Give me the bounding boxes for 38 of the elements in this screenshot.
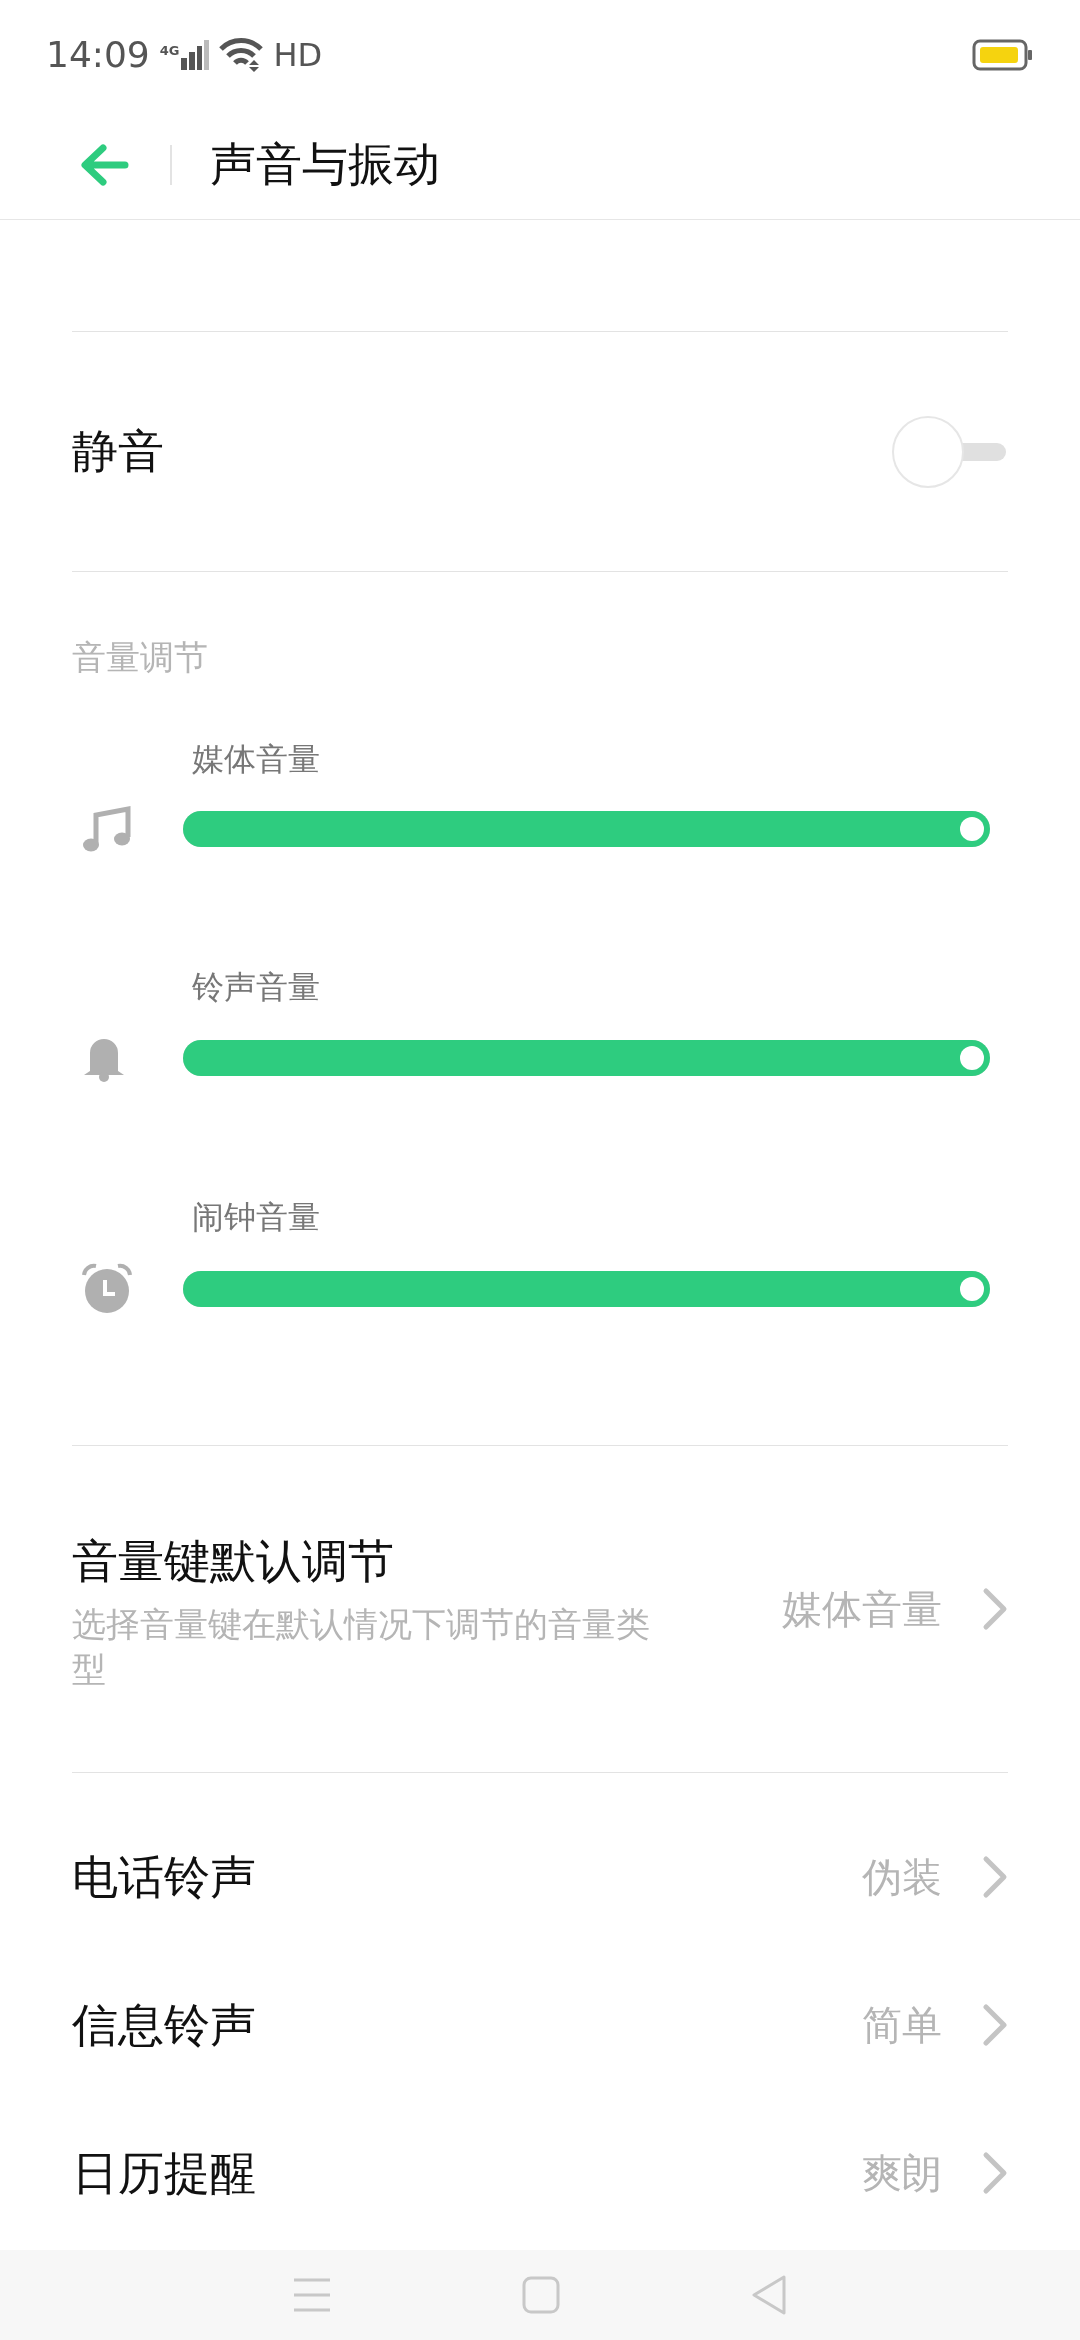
ringtone-setting[interactable]: 日历提醒 爽朗 [72, 2099, 1008, 2247]
home-icon[interactable] [522, 2276, 560, 2314]
setting-label: 静音 [72, 423, 164, 480]
setting-value: 伪装 [862, 1853, 942, 1902]
wifi-icon [219, 37, 264, 73]
menu-icon[interactable] [292, 2277, 332, 2313]
volume-key-setting[interactable]: 音量键默认调节 选择音量键在默认情况下调节的音量类型 媒体音量 [72, 1446, 1008, 1773]
volume-slider[interactable] [183, 811, 990, 847]
slider-label: 媒体音量 [192, 739, 321, 780]
back-icon[interactable] [750, 2274, 788, 2316]
chevron-icon [982, 2151, 1008, 2195]
battery-icon [972, 39, 1034, 71]
ringtone-setting[interactable]: 电话铃声 伪装 [72, 1803, 1008, 1951]
volume-slider[interactable] [183, 1271, 990, 1307]
setting-value: 爽朗 [862, 2149, 942, 2198]
chevron-icon [982, 2003, 1008, 2047]
setting-label: 信息铃声 [72, 1996, 256, 2054]
page-title: 声音与振动 [210, 136, 440, 193]
network-type: 4G [159, 44, 180, 57]
slider-label: 铃声音量 [192, 967, 321, 1008]
alarm-clock-icon [82, 1263, 132, 1315]
status-time: 14:09 [46, 33, 150, 77]
music-note-icon [82, 805, 132, 853]
section-header: 音量调节 [72, 636, 209, 679]
wifi-label: HD [273, 35, 323, 76]
ringtone-setting[interactable]: 信息铃声 简单 [72, 1951, 1008, 2099]
setting-description: 选择音量键在默认情况下调节的音量类型 [72, 1603, 651, 1691]
setting-value: 简单 [862, 2001, 942, 2050]
signal-icon [181, 40, 210, 70]
toggle-switch[interactable] [892, 415, 1008, 488]
slider-label: 闹钟音量 [192, 1197, 321, 1238]
setting-label: 日历提醒 [72, 2144, 256, 2202]
chevron-icon [982, 1855, 1008, 1899]
setting-value: 媒体音量 [782, 1585, 942, 1634]
setting-label: 音量键默认调节 [72, 1533, 395, 1591]
volume-slider[interactable] [183, 1040, 990, 1076]
setting-label: 电话铃声 [72, 1848, 256, 1906]
chevron-icon [982, 1587, 1008, 1631]
